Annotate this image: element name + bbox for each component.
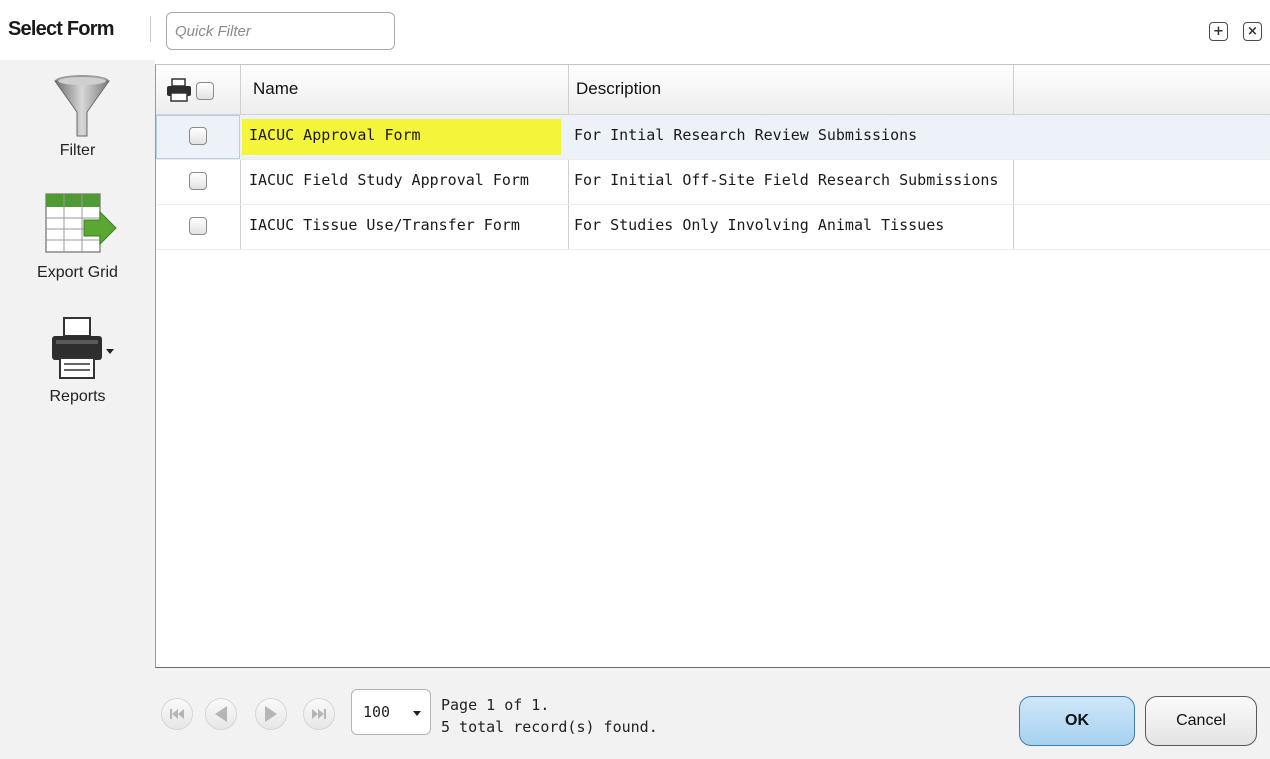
- cancel-button[interactable]: Cancel: [1145, 696, 1257, 746]
- funnel-icon: [54, 75, 110, 137]
- forms-grid: Name Description IACUC Approval Form For…: [155, 64, 1270, 668]
- row-separator: [156, 159, 1270, 160]
- row-checkbox[interactable]: [189, 127, 207, 145]
- row-divider-3: [1013, 160, 1014, 250]
- next-page-button[interactable]: [255, 698, 287, 730]
- header-divider-3: [1013, 65, 1014, 115]
- ok-button[interactable]: OK: [1019, 696, 1135, 746]
- chevron-down-icon: [413, 711, 421, 716]
- expand-button[interactable]: +: [1209, 22, 1228, 41]
- toolbar: Filter Export Grid Reports: [0, 60, 155, 759]
- row-divider-1: [240, 160, 241, 250]
- print-grid-icon[interactable]: [166, 78, 192, 102]
- printer-icon: [52, 317, 114, 379]
- table-row[interactable]: IACUC Tissue Use/Transfer Form For Studi…: [156, 205, 1270, 249]
- row-name: IACUC Tissue Use/Transfer Form: [249, 216, 520, 234]
- row-name: IACUC Approval Form: [249, 126, 421, 144]
- column-header-description[interactable]: Description: [576, 79, 661, 99]
- row-checkbox[interactable]: [189, 172, 207, 190]
- last-page-button[interactable]: [303, 698, 335, 730]
- page-text: Page 1 of 1.: [441, 696, 550, 714]
- quick-filter-input[interactable]: [166, 12, 395, 50]
- page-size-value: 100: [363, 703, 391, 721]
- row-divider-2: [568, 160, 569, 250]
- export-grid-label: Export Grid: [37, 264, 118, 281]
- first-page-icon: [170, 709, 184, 719]
- reports-label: Reports: [49, 388, 106, 405]
- title-separator: [150, 16, 151, 42]
- row-checkbox[interactable]: [189, 217, 207, 235]
- grid-header: Name Description: [156, 65, 1270, 115]
- row-name: IACUC Field Study Approval Form: [249, 171, 529, 189]
- row-description: For Initial Off-Site Field Research Subm…: [574, 171, 999, 189]
- table-row[interactable]: IACUC Approval Form For Intial Research …: [156, 115, 1270, 159]
- next-page-icon: [265, 706, 277, 722]
- close-button[interactable]: ×: [1243, 22, 1262, 41]
- prev-page-button[interactable]: [205, 698, 237, 730]
- row-description: For Intial Research Review Submissions: [574, 126, 918, 144]
- header-divider-2: [568, 65, 569, 115]
- header-divider-1: [240, 65, 241, 115]
- row-separator: [156, 204, 1270, 205]
- export-grid-button[interactable]: Export Grid: [0, 188, 155, 288]
- row-separator: [156, 249, 1270, 250]
- plus-icon: +: [1213, 24, 1224, 39]
- page-size-select[interactable]: 100: [351, 689, 431, 735]
- filter-label: Filter: [59, 142, 96, 159]
- row-description: For Studies Only Involving Animal Tissue…: [574, 216, 945, 234]
- last-page-icon: [312, 709, 326, 719]
- table-row[interactable]: IACUC Field Study Approval Form For Init…: [156, 160, 1270, 204]
- export-grid-icon: [45, 193, 117, 253]
- filter-button[interactable]: Filter: [0, 68, 155, 168]
- column-header-name[interactable]: Name: [253, 79, 298, 99]
- reports-button[interactable]: Reports: [0, 316, 155, 416]
- page-info: Page 1 of 1. 5 total record(s) found.: [441, 694, 658, 738]
- close-icon: ×: [1247, 24, 1258, 39]
- dialog-header: Select Form + ×: [0, 0, 1270, 60]
- records-text: 5 total record(s) found.: [441, 718, 658, 736]
- dialog-footer: 100 Page 1 of 1. 5 total record(s) found…: [155, 668, 1270, 759]
- first-page-button[interactable]: [161, 698, 193, 730]
- dialog-title: Select Form: [8, 18, 114, 40]
- select-all-checkbox[interactable]: [196, 82, 214, 100]
- prev-page-icon: [215, 706, 227, 722]
